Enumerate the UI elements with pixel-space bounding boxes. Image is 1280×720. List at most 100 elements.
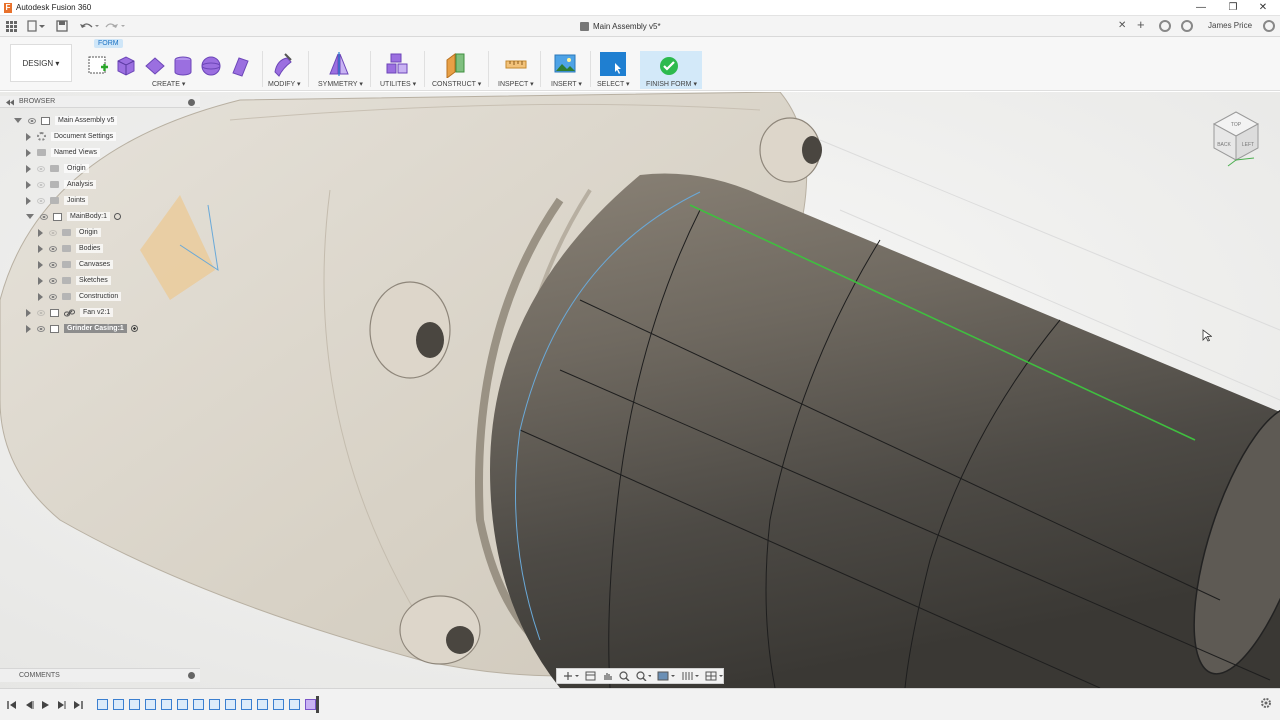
timeline-feature-shell[interactable]: [289, 699, 300, 710]
help-icon[interactable]: [1263, 20, 1275, 32]
pan-hand-icon[interactable]: [602, 671, 613, 681]
timeline-feature-sketch[interactable]: [129, 699, 140, 710]
expand-arrow-icon[interactable]: [26, 132, 31, 141]
expand-arrow-icon[interactable]: [38, 276, 43, 285]
timeline-feature-extrude[interactable]: [145, 699, 156, 710]
timeline-feature-revolve[interactable]: [177, 699, 188, 710]
extrude-form-icon[interactable]: [229, 55, 251, 77]
user-account-menu[interactable]: James Price: [1208, 21, 1252, 30]
active-component-radio[interactable]: [130, 325, 138, 332]
timeline-feature-hole[interactable]: [273, 699, 284, 710]
tree-item-analysis[interactable]: Analysis: [26, 178, 97, 191]
timeline-feature-form[interactable]: [305, 699, 316, 710]
extensions-icon[interactable]: [1159, 20, 1171, 32]
tree-item-bodies[interactable]: Bodies: [38, 242, 104, 255]
visibility-eye-icon[interactable]: [49, 245, 57, 252]
comments-add-icon[interactable]: [188, 672, 195, 679]
select-group-label[interactable]: SELECT ▾: [597, 80, 630, 88]
expand-arrow-icon[interactable]: [38, 244, 43, 253]
insert-group-label[interactable]: INSERT ▾: [551, 80, 582, 88]
tree-item-origin[interactable]: Origin: [26, 162, 89, 175]
modify-group-label[interactable]: MODIFY ▾: [268, 80, 301, 88]
collapse-arrow-icon[interactable]: [26, 214, 34, 219]
timeline-feature-extrude[interactable]: [225, 699, 236, 710]
expand-arrow-icon[interactable]: [26, 196, 31, 205]
view-cube[interactable]: TOP BACK LEFT: [1208, 104, 1266, 168]
plane-form-icon[interactable]: [144, 55, 166, 77]
timeline-feature-fillet[interactable]: [193, 699, 204, 710]
job-status-icon[interactable]: [1181, 20, 1193, 32]
tab-form[interactable]: FORM: [94, 39, 123, 48]
expand-arrow-icon[interactable]: [26, 308, 31, 317]
timeline-feature-sketch[interactable]: [209, 699, 220, 710]
document-tab[interactable]: Main Assembly v5*: [580, 16, 661, 37]
visibility-eye-icon[interactable]: [37, 197, 45, 204]
grid-menu-icon[interactable]: [5, 20, 17, 33]
visibility-eye-icon[interactable]: [37, 181, 45, 188]
redo-icon[interactable]: [104, 20, 126, 33]
visibility-eye-icon[interactable]: [49, 293, 57, 300]
tree-item-main-assembly[interactable]: Main Assembly v5: [14, 114, 118, 127]
browser-pin-icon[interactable]: [188, 99, 195, 106]
save-icon[interactable]: [56, 20, 68, 33]
viewcube-back-label[interactable]: BACK: [1217, 142, 1231, 148]
timeline-next-icon[interactable]: [56, 700, 66, 710]
tree-item-fan[interactable]: Fan v2:1: [26, 306, 114, 319]
utilities-group-label[interactable]: UTILITES ▾: [380, 80, 416, 88]
tree-item-construction[interactable]: Construction: [38, 290, 122, 303]
timeline-feature-sketch[interactable]: [97, 699, 108, 710]
measure-icon[interactable]: [505, 54, 527, 76]
close-tab-button[interactable]: ✕: [1118, 20, 1126, 31]
inspect-group-label[interactable]: INSPECT ▾: [498, 80, 534, 88]
finish-form-label[interactable]: FINISH FORM ▾: [646, 80, 697, 88]
visibility-eye-icon[interactable]: [40, 213, 48, 220]
collapse-panel-icon[interactable]: [5, 99, 15, 106]
timeline-previous-icon[interactable]: [24, 700, 34, 710]
create-group-label[interactable]: CREATE ▾: [152, 80, 185, 88]
visibility-eye-icon[interactable]: [37, 165, 45, 172]
box-form-icon[interactable]: [115, 55, 137, 77]
viewports-icon[interactable]: [705, 671, 723, 681]
expand-arrow-icon[interactable]: [38, 292, 43, 301]
look-at-icon[interactable]: [585, 671, 596, 681]
expand-arrow-icon[interactable]: [26, 324, 31, 333]
timeline-feature-sketch[interactable]: [161, 699, 172, 710]
timeline-marker[interactable]: [316, 696, 319, 713]
symmetry-group-label[interactable]: SYMMETRY ▾: [318, 80, 363, 88]
symmetry-icon[interactable]: [327, 52, 351, 78]
tree-item-mainbody-origin[interactable]: Origin: [38, 226, 101, 239]
timeline-last-icon[interactable]: [73, 700, 83, 710]
timeline-play-icon[interactable]: [40, 700, 50, 710]
visibility-eye-icon[interactable]: [28, 117, 36, 124]
visibility-eye-icon[interactable]: [49, 229, 57, 236]
tree-item-grinder-casing[interactable]: Grinder Casing:1: [26, 322, 138, 335]
timeline-feature-sketch[interactable]: [241, 699, 252, 710]
construct-plane-icon[interactable]: [444, 52, 468, 78]
expand-arrow-icon[interactable]: [26, 164, 31, 173]
tree-item-sketches[interactable]: Sketches: [38, 274, 111, 287]
collapse-arrow-icon[interactable]: [14, 118, 22, 123]
workspace-switcher[interactable]: DESIGN ▾: [10, 44, 72, 82]
close-window-button[interactable]: ✕: [1248, 0, 1278, 16]
expand-arrow-icon[interactable]: [38, 260, 43, 269]
orbit-icon[interactable]: [563, 671, 579, 681]
viewcube-top-label[interactable]: TOP: [1231, 122, 1242, 128]
zoom-window-icon[interactable]: [635, 671, 652, 681]
tree-item-named-views[interactable]: Named Views: [26, 146, 101, 159]
insert-image-icon[interactable]: [554, 53, 576, 75]
tree-item-joints[interactable]: Joints: [26, 194, 89, 207]
new-tab-button[interactable]: +: [1137, 18, 1145, 31]
visibility-eye-icon[interactable]: [49, 261, 57, 268]
display-settings-icon[interactable]: [657, 671, 676, 681]
file-menu-icon[interactable]: [27, 20, 45, 33]
tree-item-document-settings[interactable]: Document Settings: [26, 130, 117, 143]
sphere-form-icon[interactable]: [200, 55, 222, 77]
minimize-button[interactable]: —: [1186, 0, 1216, 16]
visibility-eye-icon[interactable]: [37, 325, 45, 332]
visibility-eye-icon[interactable]: [37, 309, 45, 316]
timeline-first-icon[interactable]: [7, 700, 17, 710]
maximize-button[interactable]: ❐: [1218, 0, 1248, 16]
grid-snap-icon[interactable]: [681, 671, 700, 681]
expand-arrow-icon[interactable]: [26, 180, 31, 189]
viewcube-left-label[interactable]: LEFT: [1242, 142, 1254, 148]
